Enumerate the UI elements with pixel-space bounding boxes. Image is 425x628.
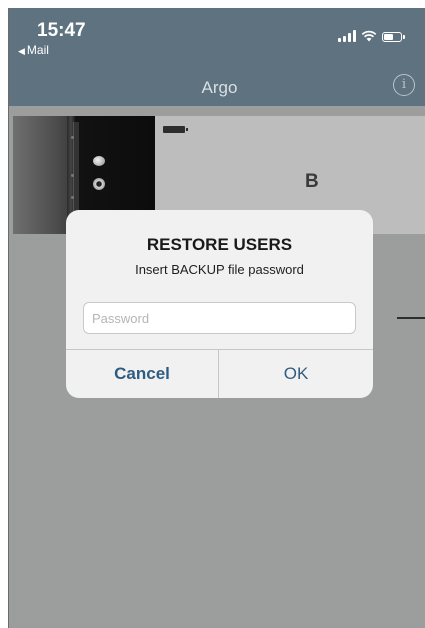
password-input[interactable] <box>83 302 356 334</box>
back-arrow-icon: ◀ <box>18 46 25 56</box>
info-icon[interactable]: i <box>393 74 415 96</box>
status-time: 15:47 <box>37 20 86 41</box>
navigation-bar: 15:47 ◀ Mail Argo i <box>9 8 425 106</box>
divider-line <box>397 317 425 319</box>
dialog-message: Insert BACKUP file password <box>135 262 304 277</box>
cellular-signal-icon <box>338 30 356 42</box>
ok-button[interactable]: OK <box>219 350 373 398</box>
app-screen: 15:47 ◀ Mail Argo i B RESTORE USERS Inse… <box>8 8 425 628</box>
page-title: Argo <box>201 78 238 97</box>
wifi-icon <box>361 30 377 42</box>
device-name: B <box>305 171 319 192</box>
status-icons <box>338 30 405 42</box>
battery-status-icon <box>382 32 405 42</box>
dialog-title: RESTORE USERS <box>146 235 293 254</box>
cancel-button[interactable]: Cancel <box>66 350 218 398</box>
back-to-app-link[interactable]: ◀ Mail <box>18 43 49 57</box>
back-app-label: Mail <box>26 43 49 57</box>
battery-icon <box>163 126 188 133</box>
restore-users-dialog: RESTORE USERS Insert BACKUP file passwor… <box>66 210 373 398</box>
